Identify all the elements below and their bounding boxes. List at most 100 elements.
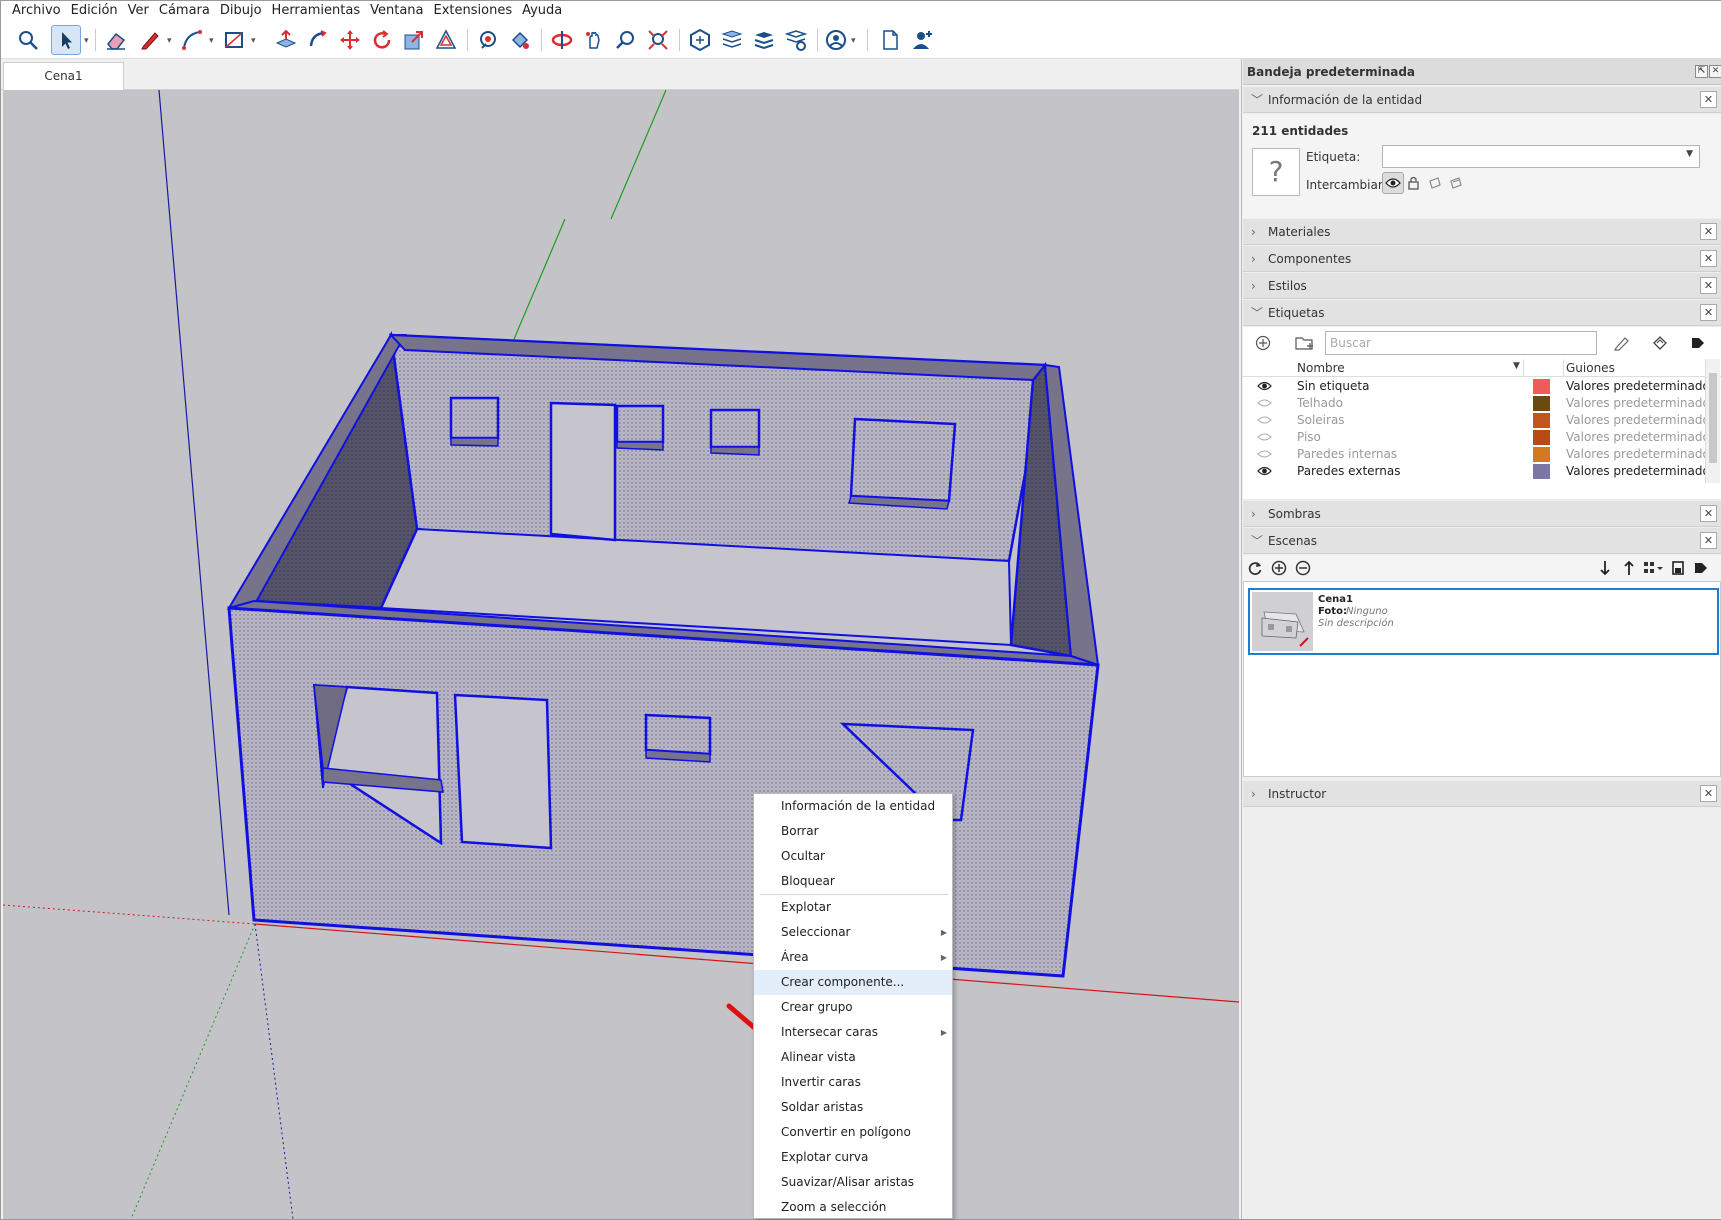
add-scene-icon[interactable] bbox=[1271, 560, 1287, 576]
tag-dashes[interactable]: Valores predeterminados bbox=[1566, 378, 1706, 395]
back-window-1[interactable] bbox=[449, 396, 500, 440]
scrollbar-thumb[interactable] bbox=[1709, 373, 1717, 463]
back-window-2[interactable] bbox=[615, 404, 665, 444]
close-icon[interactable]: ✕ bbox=[1700, 250, 1717, 267]
tag-name[interactable]: Paredes externas bbox=[1297, 463, 1400, 480]
ctx-entity-info[interactable]: Información de la entidad bbox=[754, 794, 952, 819]
rotate-icon[interactable] bbox=[367, 25, 397, 55]
menu-herramientas[interactable]: Herramientas bbox=[267, 1, 366, 21]
back-window-3[interactable] bbox=[709, 408, 761, 449]
chevron-down-icon[interactable]: ▾ bbox=[851, 37, 859, 46]
pin-icon[interactable]: ⇱ bbox=[1695, 65, 1708, 78]
tag-color-swatch[interactable] bbox=[1533, 413, 1550, 428]
ctx-area[interactable]: Área ▶ bbox=[754, 945, 952, 970]
menu-archivo[interactable]: Archivo bbox=[7, 1, 66, 21]
eye-icon[interactable] bbox=[1257, 380, 1272, 392]
follow-me-icon[interactable] bbox=[303, 25, 333, 55]
panel-header-scenes[interactable]: ﹀ Escenas ✕ bbox=[1243, 528, 1721, 554]
menu-dibujo[interactable]: Dibujo bbox=[215, 1, 267, 21]
update-scene-icon[interactable] bbox=[1671, 560, 1685, 576]
eye-hidden-icon[interactable] bbox=[1257, 414, 1272, 426]
lock-icon[interactable] bbox=[1407, 176, 1421, 190]
menu-ventana[interactable]: Ventana bbox=[365, 1, 428, 21]
push-pull-icon[interactable] bbox=[271, 25, 301, 55]
ctx-lock[interactable]: Bloquear bbox=[754, 869, 952, 894]
tag-dashes[interactable]: Valores predeterminados bbox=[1566, 463, 1706, 480]
menu-extensiones[interactable]: Extensiones bbox=[429, 1, 518, 21]
eraser-icon[interactable] bbox=[101, 25, 131, 55]
chevron-down-icon[interactable]: ▾ bbox=[251, 37, 259, 46]
eye-hidden-icon[interactable] bbox=[1257, 448, 1272, 460]
close-icon[interactable]: ✕ bbox=[1700, 277, 1717, 294]
layers-stack-icon[interactable] bbox=[749, 25, 779, 55]
tag-dashes[interactable]: Valores predeterminados bbox=[1566, 446, 1706, 463]
new-document-icon[interactable] bbox=[875, 25, 905, 55]
close-icon[interactable]: ✕ bbox=[1700, 91, 1717, 108]
eye-icon[interactable] bbox=[1257, 465, 1272, 477]
ctx-make-component[interactable]: Crear componente... bbox=[754, 970, 952, 995]
tag-row[interactable]: Telhado Valores predeterminados bbox=[1243, 395, 1706, 412]
ctx-select[interactable]: Seleccionar ▶ bbox=[754, 920, 952, 945]
panel-header-shadows[interactable]: › Sombras ✕ bbox=[1243, 501, 1721, 527]
ctx-erase[interactable]: Borrar bbox=[754, 819, 952, 844]
ctx-reverse-faces[interactable]: Invertir caras bbox=[754, 1070, 952, 1095]
zoom-icon[interactable] bbox=[611, 25, 641, 55]
tag-name[interactable]: Sin etiqueta bbox=[1297, 378, 1369, 395]
details-arrow-icon[interactable] bbox=[1689, 335, 1707, 351]
search-icon[interactable] bbox=[13, 25, 43, 55]
refresh-icon[interactable] bbox=[1247, 560, 1263, 576]
close-icon[interactable]: ✕ bbox=[1700, 223, 1717, 240]
tag-row[interactable]: Paredes externas Valores predeterminados bbox=[1243, 463, 1706, 480]
tag-color-icon[interactable] bbox=[1651, 335, 1669, 351]
eye-hidden-icon[interactable] bbox=[1257, 397, 1272, 409]
move-down-icon[interactable] bbox=[1599, 560, 1611, 576]
tag-row[interactable]: Paredes internas Valores predeterminados bbox=[1243, 446, 1706, 463]
tags-scrollbar[interactable] bbox=[1705, 359, 1720, 483]
col-name-header[interactable]: Nombre bbox=[1297, 361, 1345, 375]
chevron-down-icon[interactable]: ▾ bbox=[167, 37, 175, 46]
arc-tool-icon[interactable] bbox=[177, 25, 207, 55]
back-window-4[interactable] bbox=[849, 417, 957, 503]
ctx-explode[interactable]: Explotar bbox=[754, 895, 952, 920]
col-dashes-header[interactable]: Guiones bbox=[1566, 361, 1615, 375]
tag-color-swatch[interactable] bbox=[1533, 396, 1550, 411]
panel-header-instructor[interactable]: › Instructor ✕ bbox=[1243, 781, 1721, 807]
model-canvas[interactable] bbox=[3, 90, 1239, 1219]
scene-card[interactable]: Cena1 Foto: Ninguno Sin descripción bbox=[1248, 588, 1719, 655]
tag-dashes[interactable]: Valores predeterminados bbox=[1566, 395, 1706, 412]
ctx-intersect-faces[interactable]: Intersecar caras ▶ bbox=[754, 1020, 952, 1045]
front-window-2[interactable] bbox=[644, 713, 712, 756]
tag-row[interactable]: Sin etiqueta Valores predeterminados bbox=[1243, 378, 1706, 395]
tag-dashes[interactable]: Valores predeterminados bbox=[1566, 412, 1706, 429]
front-door[interactable] bbox=[453, 693, 553, 850]
menu-edicion[interactable]: Edición bbox=[66, 1, 123, 21]
extension-warehouse-icon[interactable] bbox=[717, 25, 747, 55]
cast-shadows-icon[interactable] bbox=[1449, 176, 1463, 190]
menu-ayuda[interactable]: Ayuda bbox=[517, 1, 567, 21]
close-icon[interactable]: ✕ bbox=[1700, 785, 1717, 802]
receive-shadows-icon[interactable] bbox=[1428, 176, 1442, 190]
eye-hidden-icon[interactable] bbox=[1257, 431, 1272, 443]
tag-color-swatch[interactable] bbox=[1533, 464, 1550, 479]
ctx-make-group[interactable]: Crear grupo bbox=[754, 995, 952, 1020]
paint-bucket-icon[interactable] bbox=[505, 25, 535, 55]
panel-header-components[interactable]: › Componentes ✕ bbox=[1243, 246, 1721, 272]
warehouse-icon[interactable] bbox=[685, 25, 715, 55]
chevron-down-icon[interactable]: ▼ bbox=[1513, 361, 1520, 371]
details-arrow-icon[interactable] bbox=[1693, 560, 1709, 576]
pan-icon[interactable] bbox=[579, 25, 609, 55]
left-inner-wall[interactable] bbox=[252, 330, 419, 610]
tag-color-swatch[interactable] bbox=[1533, 379, 1550, 394]
ctx-explode-curve[interactable]: Explotar curva bbox=[754, 1145, 952, 1170]
orbit-icon[interactable] bbox=[547, 25, 577, 55]
tag-name[interactable]: Soleiras bbox=[1297, 412, 1345, 429]
ctx-hide[interactable]: Ocultar bbox=[754, 844, 952, 869]
close-icon[interactable]: ✕ bbox=[1709, 65, 1721, 78]
scale-icon[interactable] bbox=[399, 25, 429, 55]
menu-ver[interactable]: Ver bbox=[123, 1, 154, 21]
front-wall[interactable] bbox=[227, 606, 1100, 978]
ctx-align-view[interactable]: Alinear vista bbox=[754, 1045, 952, 1070]
user-add-icon[interactable] bbox=[907, 25, 937, 55]
ctx-convert-polygon[interactable]: Convertir en polígono bbox=[754, 1120, 952, 1145]
move-up-icon[interactable] bbox=[1623, 560, 1635, 576]
